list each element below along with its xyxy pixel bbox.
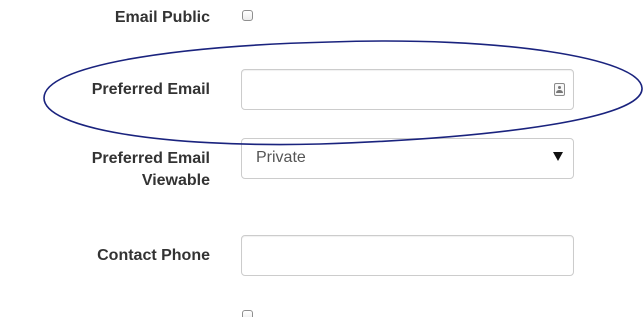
next-checkbox[interactable] [242, 310, 253, 317]
select-value: Private [256, 149, 306, 166]
contact-phone-label: Contact Phone [97, 247, 210, 264]
email-public-label: Email Public [114, 9, 210, 26]
contact-card-icon[interactable] [554, 83, 565, 96]
preferred-email-viewable-select[interactable]: Private [241, 138, 574, 179]
preferred-email-input[interactable] [241, 69, 574, 110]
preferred-email-label: Preferred Email [91, 81, 210, 98]
profile-form: Email Public Preferred Email Preferred E… [0, 0, 643, 317]
preferred-email-viewable-label: Preferred Email Viewable [91, 150, 210, 189]
email-public-checkbox[interactable] [242, 10, 253, 21]
chevron-down-icon [553, 152, 563, 161]
contact-phone-input[interactable] [241, 235, 574, 276]
